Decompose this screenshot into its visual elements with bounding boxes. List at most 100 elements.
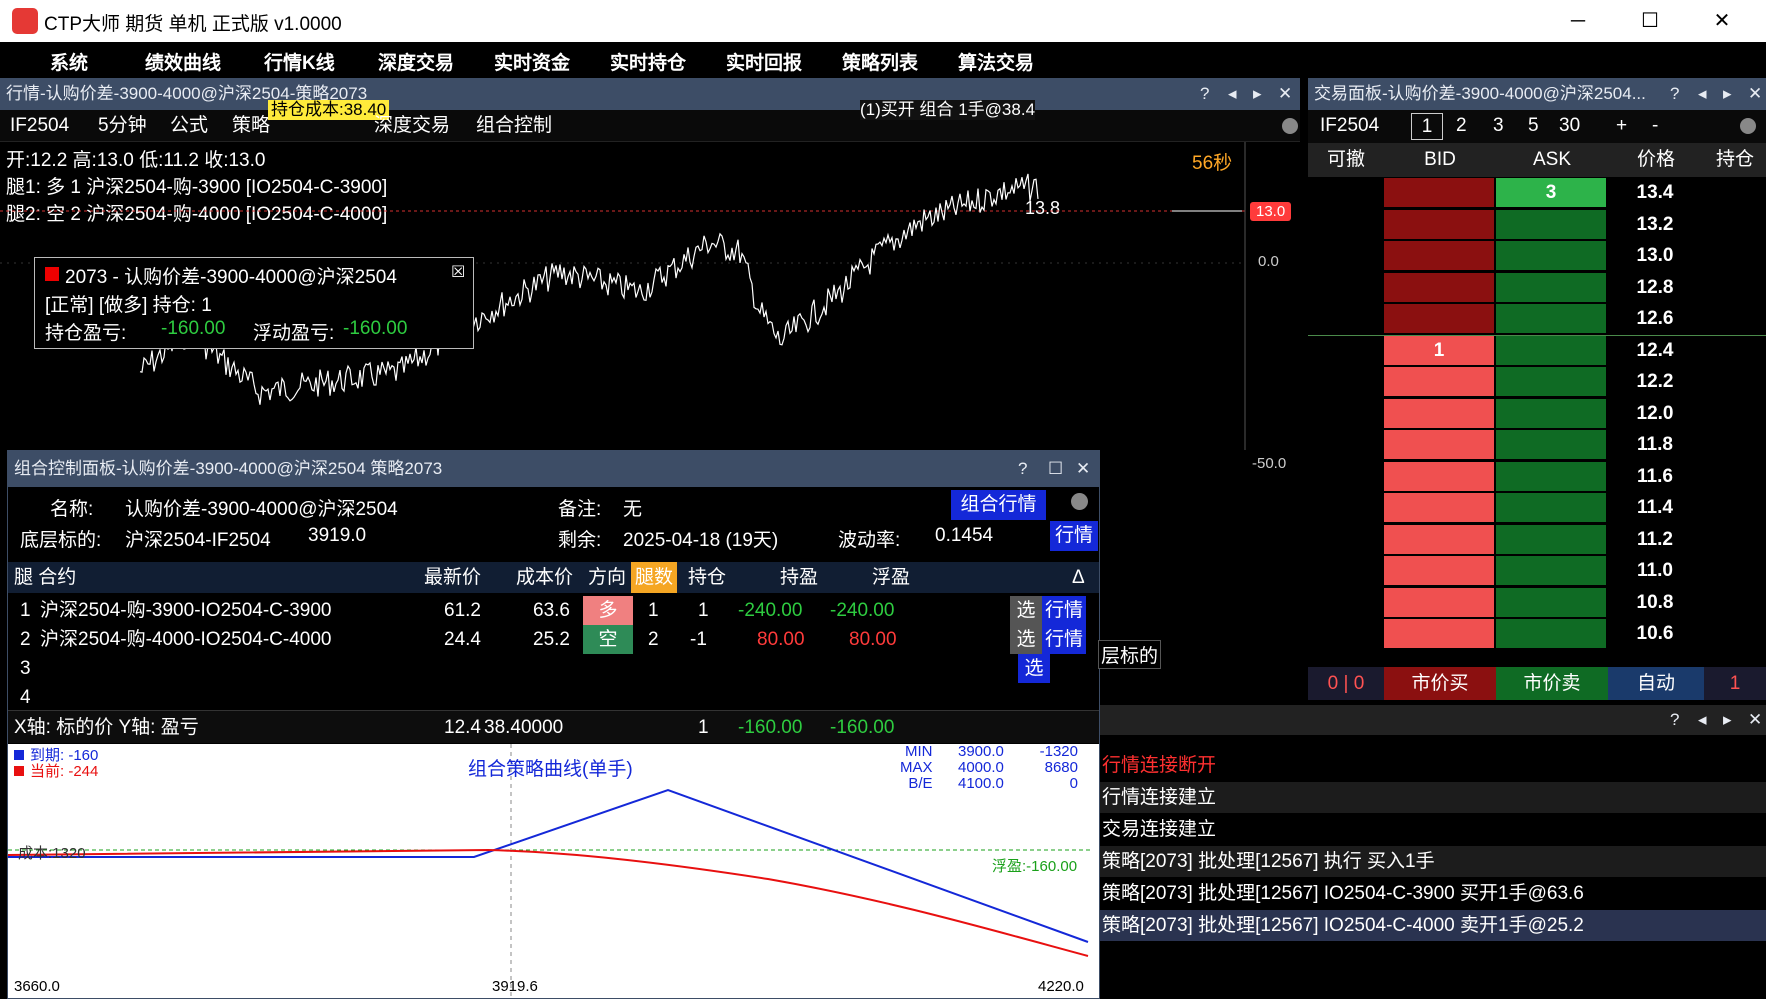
ask-cell[interactable] <box>1496 556 1606 585</box>
help-icon[interactable]: ? <box>1018 451 1027 487</box>
bid-cell[interactable] <box>1384 178 1494 207</box>
bid-cell[interactable] <box>1384 587 1494 617</box>
ask-cell[interactable] <box>1496 241 1606 270</box>
combo-table-header: 腿 合约 最新价 成本价 方向 腿数 持仓 持盈 浮盈 Δ <box>8 562 1099 593</box>
next-icon[interactable]: ▸ <box>1723 705 1732 735</box>
ask-cell[interactable] <box>1496 272 1606 302</box>
bid-cell[interactable] <box>1384 398 1494 428</box>
bid-cell[interactable] <box>1384 241 1494 270</box>
cancel-count[interactable]: 0 | 0 <box>1308 667 1384 700</box>
close-icon[interactable]: ✕ <box>1278 78 1292 110</box>
menu-system[interactable]: 系统 <box>50 48 88 75</box>
row-legs: 1 <box>648 600 659 621</box>
plus-button[interactable]: + <box>1616 110 1627 142</box>
period-select[interactable]: 5分钟 <box>98 110 147 142</box>
strategy-button[interactable]: 策略 <box>232 110 270 142</box>
qty-2-button[interactable]: 2 <box>1456 110 1467 142</box>
help-icon[interactable]: ? <box>1670 705 1679 735</box>
bid-cell[interactable] <box>1384 209 1494 239</box>
close-icon[interactable]: ✕ <box>1748 78 1762 110</box>
select-button[interactable]: 选 <box>1010 596 1042 625</box>
bid-cell[interactable] <box>1384 430 1494 459</box>
row-direction: 多 <box>583 596 633 625</box>
prev-icon[interactable]: ◂ <box>1228 78 1237 110</box>
qty-1-button[interactable]: 1 <box>1411 113 1443 140</box>
bid-cell[interactable] <box>1384 367 1494 396</box>
bid-cell[interactable] <box>1384 304 1494 333</box>
ask-cell[interactable] <box>1496 524 1606 554</box>
expiry-legend-icon <box>14 750 24 760</box>
ask-cell[interactable] <box>1496 587 1606 617</box>
col-delta: Δ <box>1072 567 1085 588</box>
row-cost: 25.2 <box>533 629 570 650</box>
market-buy-button[interactable]: 市价买 <box>1384 667 1496 700</box>
summary-cost: 38.40000 <box>484 717 564 738</box>
combo-quote-button[interactable]: 组合行情 <box>951 490 1046 520</box>
menu-depth-trade[interactable]: 深度交易 <box>378 48 454 75</box>
ask-cell[interactable] <box>1496 430 1606 459</box>
select-button[interactable]: 选 <box>1018 654 1050 683</box>
order-book-row: 12.6 <box>1308 303 1766 334</box>
menu-reports[interactable]: 实时回报 <box>726 48 802 75</box>
ask-cell[interactable] <box>1496 367 1606 396</box>
depth-trade-button[interactable]: 深度交易 <box>374 110 450 142</box>
formula-button[interactable]: 公式 <box>170 110 208 142</box>
window-title: CTP大师 期货 单机 正式版 v1.0000 <box>44 14 342 35</box>
menu-strategy-list[interactable]: 策略列表 <box>842 48 918 75</box>
select-button[interactable]: 选 <box>1010 625 1042 654</box>
close-icon[interactable]: ✕ <box>1076 451 1090 487</box>
qty-3-button[interactable]: 3 <box>1493 110 1504 142</box>
order-book-row: 13.2 <box>1308 209 1766 240</box>
maximize-icon[interactable]: ☐ <box>1048 451 1063 487</box>
bid-cell[interactable] <box>1384 493 1494 522</box>
maximize-button[interactable]: ☐ <box>1630 4 1670 38</box>
prev-icon[interactable]: ◂ <box>1698 78 1707 110</box>
bid-cell[interactable] <box>1384 524 1494 554</box>
qty-5-button[interactable]: 5 <box>1528 110 1539 142</box>
menu-kline[interactable]: 行情K线 <box>264 48 335 75</box>
ask-cell[interactable]: 3 <box>1496 178 1606 207</box>
menu-positions[interactable]: 实时持仓 <box>610 48 686 75</box>
close-button[interactable]: ✕ <box>1702 4 1742 38</box>
minus-button[interactable]: - <box>1652 110 1658 142</box>
position-cell <box>1704 493 1764 522</box>
title-bar: CTP大师 期货 单机 正式版 v1.0000 ─ ☐ ✕ <box>0 0 1766 42</box>
prev-icon[interactable]: ◂ <box>1698 705 1707 735</box>
next-icon[interactable]: ▸ <box>1723 78 1732 110</box>
symbol-select[interactable]: IF2504 <box>10 110 69 142</box>
ask-cell[interactable] <box>1496 493 1606 522</box>
menu-algo-trade[interactable]: 算法交易 <box>958 48 1034 75</box>
close-box-icon[interactable]: ☒ <box>451 262 465 282</box>
help-icon[interactable]: ? <box>1670 78 1679 110</box>
menu-funds[interactable]: 实时资金 <box>494 48 570 75</box>
order-book-row: 10.6 <box>1308 618 1766 649</box>
trade-symbol[interactable]: IF2504 <box>1320 110 1379 142</box>
ask-cell[interactable] <box>1496 619 1606 648</box>
bid-cell[interactable] <box>1384 556 1494 585</box>
row-quote-button[interactable]: 行情 <box>1042 625 1086 654</box>
ask-cell[interactable] <box>1496 304 1606 333</box>
qty-30-button[interactable]: 30 <box>1559 110 1580 142</box>
ask-cell[interactable] <box>1496 461 1606 491</box>
quote-button[interactable]: 行情 <box>1050 521 1098 551</box>
close-icon[interactable]: ✕ <box>1748 705 1762 735</box>
ask-cell[interactable] <box>1496 209 1606 239</box>
next-icon[interactable]: ▸ <box>1253 78 1262 110</box>
col-hold-pnl: 持盈 <box>780 567 819 588</box>
bid-cell[interactable]: 1 <box>1384 335 1494 365</box>
menu-performance[interactable]: 绩效曲线 <box>145 48 221 75</box>
bid-cell[interactable] <box>1384 461 1494 491</box>
ask-cell[interactable] <box>1496 398 1606 428</box>
price-cell: 13.0 <box>1608 241 1702 270</box>
market-sell-button[interactable]: 市价卖 <box>1496 667 1608 700</box>
bid-cell[interactable] <box>1384 272 1494 302</box>
help-icon[interactable]: ? <box>1200 78 1209 110</box>
row-quote-button[interactable]: 行情 <box>1042 596 1086 625</box>
ask-cell[interactable] <box>1496 335 1606 365</box>
combo-control-button[interactable]: 组合控制 <box>476 110 552 142</box>
minimize-button[interactable]: ─ <box>1558 4 1598 38</box>
auto-button[interactable]: 自动 <box>1608 667 1704 700</box>
bid-cell[interactable] <box>1384 619 1494 648</box>
remain-value: 2025-04-18 (19天) <box>623 530 779 551</box>
vol-label: 波动率: <box>838 530 901 551</box>
